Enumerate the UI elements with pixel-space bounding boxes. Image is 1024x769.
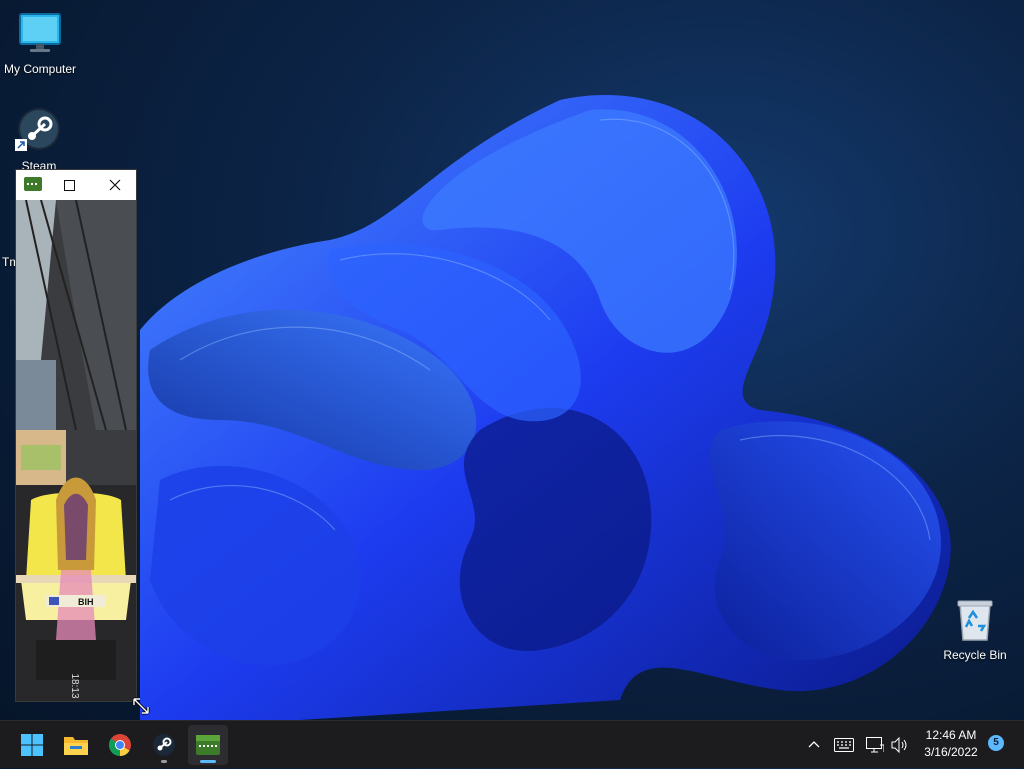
running-indicator <box>161 760 167 763</box>
taskbar-chrome[interactable] <box>100 725 140 765</box>
my-computer-shortcut[interactable]: My Computer <box>0 10 80 76</box>
wallpaper-bloom <box>140 95 951 720</box>
file-explorer-icon <box>64 737 88 755</box>
taskbar-file-explorer[interactable] <box>56 725 96 765</box>
window-titlebar[interactable] <box>16 170 136 200</box>
car-plate-text: BIH <box>78 597 94 607</box>
input-indicator-button[interactable] <box>834 721 854 769</box>
game-viewport[interactable]: BIH 18:13 <box>16 200 136 701</box>
start-icon <box>21 734 43 756</box>
taskbar-steam[interactable] <box>144 725 184 765</box>
recycle-bin-label: Recycle Bin <box>943 648 1007 662</box>
close-icon <box>109 179 121 191</box>
my-computer-label: My Computer <box>3 62 77 76</box>
active-indicator <box>200 760 216 763</box>
taskbar: 12:46 AM 3/16/2022 <box>0 720 1024 768</box>
notification-badge[interactable]: 5 <box>988 735 1004 751</box>
close-button[interactable] <box>100 170 130 200</box>
monitor-icon <box>16 10 64 58</box>
trackmania-icon <box>196 735 220 755</box>
volume-button[interactable] <box>891 721 909 769</box>
steam-shortcut[interactable]: Steam <box>0 107 79 173</box>
recycle-bin-icon <box>951 596 999 644</box>
keyboard-icon <box>834 738 854 752</box>
clock-date: 3/16/2022 <box>924 745 978 759</box>
steam-icon <box>15 107 63 155</box>
taskbar-trackmania[interactable] <box>188 725 228 765</box>
clock-time: 12:46 AM <box>925 728 977 742</box>
resize-cursor-icon <box>132 697 150 715</box>
game-window[interactable]: BIH 18:13 <box>15 169 137 702</box>
trackmania-icon <box>24 177 42 191</box>
network-button[interactable] <box>866 721 884 769</box>
show-hidden-icons-button[interactable] <box>806 721 822 769</box>
chevron-up-icon <box>808 741 820 748</box>
maximize-icon <box>63 179 75 191</box>
maximize-button[interactable] <box>54 170 84 200</box>
chrome-icon <box>108 734 131 756</box>
race-counter-text: 18:13 <box>69 673 80 698</box>
clock-button[interactable]: 12:46 AM 3/16/2022 <box>916 727 986 761</box>
volume-icon <box>891 737 907 753</box>
steam-icon <box>153 734 175 756</box>
network-icon <box>866 737 884 753</box>
recycle-bin-shortcut[interactable]: Recycle Bin <box>935 596 1015 662</box>
start-button[interactable] <box>12 725 52 765</box>
